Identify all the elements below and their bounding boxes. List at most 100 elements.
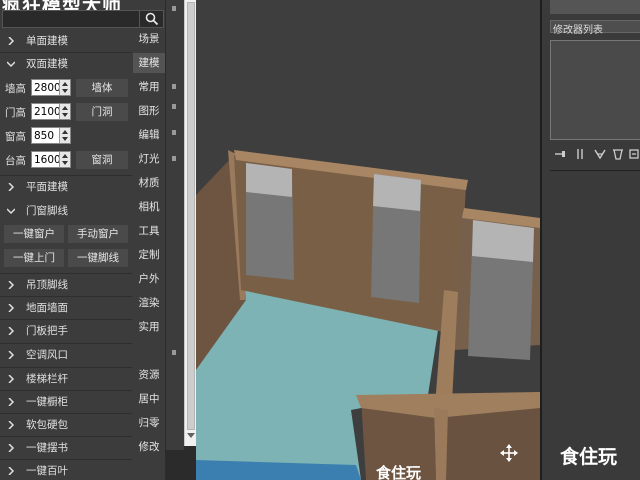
auto-door-button[interactable]: 一键上门 — [4, 249, 64, 267]
chevron-right-icon — [8, 37, 15, 45]
tab-tools[interactable]: 工具 — [133, 221, 165, 241]
section-double-wall[interactable]: 双面建模 — [0, 54, 132, 74]
window-2-glass — [373, 174, 421, 211]
stepper-arrows[interactable] — [59, 152, 70, 167]
scroll-down-arrow-icon[interactable] — [187, 433, 195, 438]
stepper-arrows[interactable] — [59, 80, 70, 95]
tab-custom[interactable]: 定制 — [133, 245, 165, 265]
tab-materials[interactable]: 材质 — [133, 173, 165, 193]
move-cursor-icon — [500, 444, 518, 462]
section-door-window-trim[interactable]: 门窗脚线 — [0, 201, 132, 221]
watermark: 食住玩 — [560, 446, 618, 468]
search-input[interactable] — [2, 10, 164, 28]
tab-outdoor[interactable]: 户外 — [133, 269, 165, 289]
chevron-right-icon — [8, 467, 15, 475]
section-plan-model[interactable]: 平面建模 — [0, 177, 132, 197]
window-opening-button[interactable]: 窗洞 — [76, 151, 128, 169]
divider — [0, 343, 132, 344]
door-opening-button[interactable]: 门洞 — [76, 103, 128, 121]
tab-utility[interactable]: 实用 — [133, 317, 165, 337]
param-label: 台高 — [5, 155, 26, 167]
section-blinds[interactable]: 一键百叶 — [0, 461, 132, 480]
auto-baseboard-button[interactable]: 一键脚线 — [68, 249, 128, 267]
stepper-value: 850 — [34, 130, 55, 142]
section-label: 一键摆书 — [26, 442, 68, 454]
divider — [0, 436, 132, 437]
section-floor-wall[interactable]: 地面墙面 — [0, 298, 132, 318]
scrollbar-thumb[interactable] — [187, 2, 195, 430]
modifier-list-label: 修改器列表 — [553, 25, 603, 36]
manual-window-button[interactable]: 手动窗户 — [68, 225, 128, 243]
section-label: 楼梯栏杆 — [26, 373, 68, 385]
stepper-arrows[interactable] — [59, 128, 70, 143]
tab-common[interactable]: 常用 — [133, 77, 165, 97]
tab-resources[interactable]: 资源 — [133, 365, 165, 385]
modifier-stack[interactable] — [550, 40, 640, 140]
section-stair-railing[interactable]: 楼梯栏杆 — [0, 369, 132, 389]
make-unique-icon[interactable] — [594, 148, 606, 160]
param-label: 门高 — [5, 107, 26, 119]
divider — [0, 413, 132, 414]
watermark: 食住玩 — [376, 464, 422, 480]
divider — [0, 390, 132, 391]
stepper-arrows[interactable] — [59, 104, 70, 119]
tab-modify[interactable]: 修改 — [133, 437, 165, 457]
section-single-wall[interactable]: 单面建模 — [0, 31, 132, 51]
divider — [0, 367, 132, 368]
window-1-glass — [246, 163, 292, 197]
section-ac-vent[interactable]: 空调风口 — [0, 345, 132, 365]
window-height-stepper[interactable]: 850 — [31, 127, 71, 144]
plugin-panel: 疯狂模型大师 单面建模 双面建模 墙高 2800 墙体 门高 2100 门洞 窗… — [0, 0, 165, 480]
tab-edit[interactable]: 编辑 — [133, 125, 165, 145]
section-cabinet[interactable]: 一键橱柜 — [0, 392, 132, 412]
scene-render — [196, 150, 540, 480]
section-bookshelf[interactable]: 一键摆书 — [0, 438, 132, 458]
chevron-right-icon — [8, 398, 15, 406]
auto-window-button[interactable]: 一键窗户 — [4, 225, 64, 243]
tab-lights[interactable]: 灯光 — [133, 149, 165, 169]
chevron-right-icon — [8, 351, 15, 359]
param-row-wall-height: 墙高 2800 墙体 — [0, 78, 132, 98]
object-name-field[interactable] — [550, 0, 640, 14]
chevron-right-icon — [8, 375, 15, 383]
search-icon — [145, 12, 159, 26]
modifier-list-dropdown[interactable]: 修改器列表 — [550, 20, 640, 36]
tab-camera[interactable]: 相机 — [133, 197, 165, 217]
section-label: 单面建模 — [26, 35, 68, 47]
remove-modifier-icon[interactable] — [612, 148, 624, 160]
wall-button[interactable]: 墙体 — [76, 79, 128, 97]
show-end-result-icon[interactable] — [574, 148, 586, 160]
command-panel: 修改器列表 食住玩 — [540, 0, 640, 480]
door-height-stepper[interactable]: 2100 — [31, 103, 71, 120]
scrollbar[interactable] — [184, 0, 196, 446]
section-label: 门窗脚线 — [26, 205, 68, 217]
divider — [0, 52, 132, 53]
section-label: 平面建模 — [26, 181, 68, 193]
divider — [0, 273, 132, 274]
chevron-right-icon — [8, 421, 15, 429]
sill-height-stepper[interactable]: 1600 — [31, 151, 71, 168]
wall-height-stepper[interactable]: 2800 — [31, 79, 71, 96]
chevron-down-icon — [7, 208, 15, 215]
stepper-value: 2800 — [34, 82, 61, 94]
tab-render[interactable]: 渲染 — [133, 293, 165, 313]
chevron-right-icon — [8, 183, 15, 191]
divider — [550, 170, 640, 171]
3d-viewport[interactable]: 食住玩 — [196, 0, 540, 480]
configure-icon[interactable] — [628, 148, 640, 160]
tab-shapes[interactable]: 图形 — [133, 101, 165, 121]
section-label: 软包硬包 — [26, 419, 68, 431]
section-panel-upholstery[interactable]: 软包硬包 — [0, 415, 132, 435]
tab-scene[interactable]: 场景 — [133, 29, 165, 49]
chevron-down-icon — [7, 61, 15, 68]
tab-modeling[interactable]: 建模 — [133, 53, 165, 73]
section-door-handle[interactable]: 门板把手 — [0, 321, 132, 341]
chevron-right-icon — [8, 304, 15, 312]
section-label: 一键百叶 — [26, 465, 68, 477]
section-ceiling-trim[interactable]: 吊顶脚线 — [0, 275, 132, 295]
tab-center[interactable]: 居中 — [133, 389, 165, 409]
chevron-right-icon — [8, 281, 15, 289]
tab-reset[interactable]: 归零 — [133, 413, 165, 433]
pin-stack-icon[interactable] — [554, 148, 566, 160]
search-button[interactable] — [139, 11, 163, 27]
